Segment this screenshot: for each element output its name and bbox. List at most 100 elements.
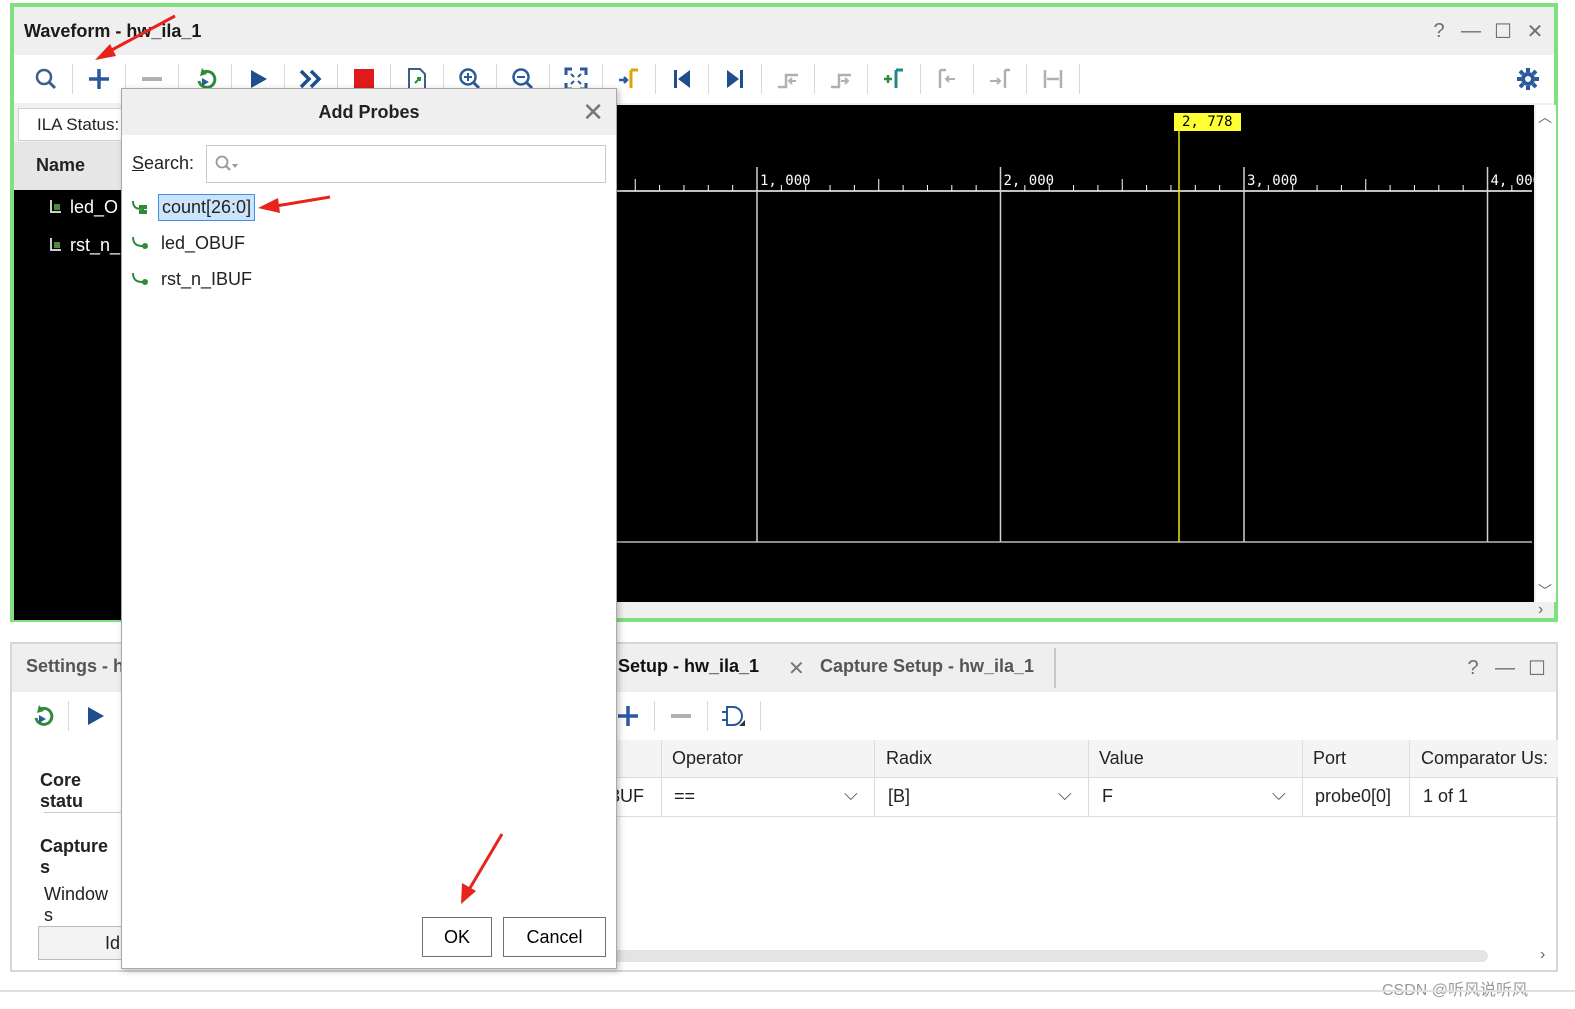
- table-row-divider: [608, 816, 1558, 817]
- logic-gate-icon[interactable]: [714, 696, 754, 736]
- search-icon[interactable]: [215, 155, 239, 175]
- signal-row[interactable]: rst_n_: [48, 230, 120, 260]
- toolbar-separator: [761, 64, 762, 94]
- settings-divider: [44, 812, 124, 813]
- dialog-title: Add Probes: [318, 102, 420, 122]
- probe-item[interactable]: rst_n_IBUF: [130, 264, 255, 294]
- vertical-scrollbar[interactable]: ︿ ﹀: [1536, 105, 1556, 602]
- maximize-icon[interactable]: ☐: [1490, 18, 1516, 44]
- tick-label: 1, 000: [760, 173, 811, 189]
- toolbar-separator: [707, 701, 708, 731]
- add-icon[interactable]: [79, 59, 119, 99]
- trigger-toolbar: [608, 692, 808, 740]
- scroll-up-icon[interactable]: ︿: [1538, 107, 1552, 127]
- toolbar-separator: [655, 64, 656, 94]
- gear-icon[interactable]: [1508, 59, 1548, 99]
- cell-port: probe0[0]: [1315, 786, 1392, 806]
- column-divider: [1409, 740, 1410, 816]
- swap-right-icon[interactable]: [980, 59, 1020, 99]
- header-radix[interactable]: Radix: [886, 748, 932, 769]
- add-probes-dialog: Add Probes ✕ Search: count[26:0] led_OBU…: [121, 88, 617, 969]
- close-tab-icon[interactable]: ✕: [788, 656, 805, 681]
- core-status-label: Core statu: [40, 770, 84, 811]
- close-icon[interactable]: ✕: [1522, 18, 1548, 44]
- marker-span-icon[interactable]: [1033, 59, 1073, 99]
- search-box[interactable]: [206, 145, 606, 183]
- minimize-icon[interactable]: —: [1492, 655, 1518, 681]
- minimize-icon[interactable]: —: [1458, 18, 1484, 44]
- toolbar-separator: [920, 64, 921, 94]
- scroll-right-icon[interactable]: ›: [1540, 946, 1545, 964]
- idle-button[interactable]: Id: [38, 926, 128, 960]
- tick-label: 3, 000: [1247, 173, 1298, 189]
- major-ticks: 1, 000 2, 000 3, 000 4, 000: [756, 167, 1535, 542]
- tab-settings[interactable]: Settings - h: [26, 656, 124, 677]
- chevron-down-icon[interactable]: ⌵: [844, 784, 858, 805]
- dialog-titlebar: Add Probes ✕: [122, 89, 616, 135]
- signal-label: led_O: [70, 196, 119, 217]
- search-label-text: earch:: [144, 153, 195, 173]
- probe-label: rst_n_IBUF: [161, 268, 253, 289]
- prev-transition-icon[interactable]: [768, 59, 808, 99]
- signal-list: led_O rst_n_: [14, 190, 124, 723]
- swap-left-icon[interactable]: [927, 59, 967, 99]
- tick-label: 4, 000: [1491, 173, 1535, 189]
- cancel-button[interactable]: Cancel: [503, 917, 606, 957]
- help-icon[interactable]: ?: [1460, 655, 1486, 681]
- header-value[interactable]: Value: [1099, 748, 1144, 769]
- settings-body: Core statu Capture s Window s Id: [12, 740, 128, 970]
- search-label: Search:: [132, 153, 194, 174]
- column-divider: [661, 740, 662, 816]
- chevron-down-icon[interactable]: ⌵: [1272, 784, 1286, 805]
- settings-toolbar: [12, 692, 122, 740]
- operator-select[interactable]: ==: [674, 786, 695, 807]
- search-icon[interactable]: [26, 59, 66, 99]
- radix-select[interactable]: [B]: [888, 786, 910, 807]
- scroll-down-icon[interactable]: ﹀: [1538, 581, 1552, 601]
- signal-icon: [50, 238, 61, 251]
- toolbar-separator: [72, 64, 73, 94]
- go-end-icon[interactable]: [715, 59, 755, 99]
- scroll-right-icon[interactable]: ›: [1538, 601, 1543, 619]
- tab-capture-setup[interactable]: Capture Setup - hw_ila_1: [820, 656, 1034, 677]
- run-trigger-icon[interactable]: [22, 696, 62, 736]
- waveform-title: Waveform - hw_ila_1: [24, 21, 202, 41]
- column-divider: [1088, 740, 1089, 816]
- header-comparator[interactable]: Comparator Us:: [1421, 748, 1548, 769]
- header-port[interactable]: Port: [1313, 748, 1346, 769]
- next-transition-icon[interactable]: [821, 59, 861, 99]
- probe-item[interactable]: count[26:0]: [130, 192, 256, 222]
- signal-label: rst_n_: [70, 234, 121, 255]
- play-icon[interactable]: [75, 696, 115, 736]
- name-column-header[interactable]: Name: [14, 142, 124, 190]
- remove-icon[interactable]: [661, 696, 701, 736]
- probe-item[interactable]: led_OBUF: [130, 228, 248, 258]
- waveform-canvas[interactable]: 1, 000 2, 000 3, 000 4, 000 2, 778: [614, 105, 1534, 602]
- value-select[interactable]: F: [1102, 786, 1113, 807]
- timeline-svg: 1, 000 2, 000 3, 000 4, 000: [614, 131, 1535, 543]
- signal-row[interactable]: led_O: [48, 192, 118, 222]
- toolbar-separator: [68, 701, 69, 731]
- waveform-titlebar: Waveform - hw_ila_1 ? — ☐ ✕: [14, 7, 1554, 55]
- help-icon[interactable]: ?: [1426, 18, 1452, 44]
- toolbar-separator: [760, 701, 761, 731]
- chevron-down-icon[interactable]: ⌵: [1058, 784, 1072, 805]
- horizontal-scrollbar[interactable]: [608, 950, 1488, 962]
- net-probe-icon: [132, 272, 148, 285]
- tab-trigger-setup[interactable]: Setup - hw_ila_1: [618, 656, 759, 677]
- ila-status-label: ILA Status:: [18, 108, 128, 141]
- watermark: CSDN @听风说听风: [1382, 982, 1529, 999]
- signal-icon: [50, 200, 61, 213]
- maximize-icon[interactable]: ☐: [1524, 655, 1550, 681]
- window-settings-label: Window s: [44, 884, 109, 925]
- cursor-value-label: 2, 778: [1174, 113, 1241, 131]
- panel-window-controls: ? — ☐: [1460, 644, 1550, 692]
- search-input[interactable]: [239, 152, 599, 176]
- header-operator[interactable]: Operator: [672, 748, 743, 769]
- toolbar-separator: [867, 64, 868, 94]
- add-cursor-icon[interactable]: [874, 59, 914, 99]
- ok-button[interactable]: OK: [422, 917, 492, 957]
- toolbar-separator: [1026, 64, 1027, 94]
- go-start-icon[interactable]: [662, 59, 702, 99]
- close-icon[interactable]: ✕: [582, 97, 604, 128]
